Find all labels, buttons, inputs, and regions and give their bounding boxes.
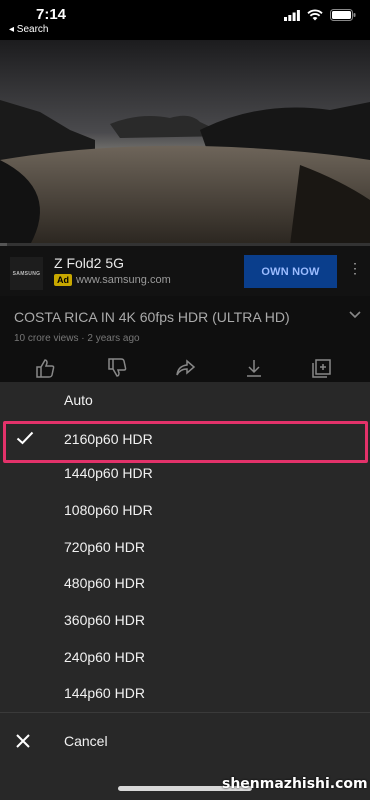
back-to-search-link[interactable]: ◂ Search bbox=[9, 24, 48, 35]
expand-description-chevron-icon[interactable] bbox=[349, 311, 361, 319]
clock: 7:14 bbox=[36, 6, 67, 23]
quality-option-label: Auto bbox=[64, 392, 93, 408]
quality-selection-sheet: Auto 2160p60 HDR 1440p60 HDR 1080p60 HDR… bbox=[0, 382, 370, 800]
video-action-bar bbox=[0, 357, 370, 382]
own-now-button[interactable]: OWN NOW bbox=[244, 255, 337, 288]
quality-option-label: 144p60 HDR bbox=[64, 685, 145, 701]
close-icon bbox=[16, 734, 30, 748]
video-meta: 10 crore views · 2 years ago bbox=[14, 333, 140, 344]
ad-more-menu-icon[interactable]: ⋮ bbox=[348, 260, 362, 277]
share-icon[interactable] bbox=[174, 357, 196, 379]
quality-option-auto[interactable]: Auto bbox=[0, 382, 370, 418]
quality-option-1440p60-hdr[interactable]: 1440p60 HDR bbox=[0, 455, 370, 491]
sheet-divider bbox=[0, 712, 370, 713]
wifi-icon bbox=[307, 9, 323, 21]
cancel-button[interactable]: Cancel bbox=[0, 722, 370, 762]
quality-option-480p60-hdr[interactable]: 480p60 HDR bbox=[0, 565, 370, 601]
quality-option-144p60-hdr[interactable]: 144p60 HDR bbox=[0, 675, 370, 711]
quality-option-240p60-hdr[interactable]: 240p60 HDR bbox=[0, 639, 370, 675]
video-frame-beach-scene bbox=[0, 40, 370, 245]
battery-icon bbox=[330, 9, 356, 21]
system-icons bbox=[284, 9, 356, 21]
download-icon[interactable] bbox=[243, 357, 265, 379]
quality-option-720p60-hdr[interactable]: 720p60 HDR bbox=[0, 529, 370, 565]
video-player[interactable] bbox=[0, 40, 370, 245]
like-icon[interactable] bbox=[34, 357, 56, 379]
quality-option-label: 720p60 HDR bbox=[64, 539, 145, 555]
video-title: COSTA RICA IN 4K 60fps HDR (ULTRA HD) bbox=[14, 309, 290, 325]
dislike-icon[interactable] bbox=[106, 357, 128, 379]
ad-badge: Ad bbox=[54, 274, 72, 286]
cellular-signal-icon bbox=[284, 9, 300, 21]
quality-option-label: 1440p60 HDR bbox=[64, 465, 153, 481]
quality-option-label: 240p60 HDR bbox=[64, 649, 145, 665]
quality-option-1080p60-hdr[interactable]: 1080p60 HDR bbox=[0, 492, 370, 528]
save-to-playlist-icon[interactable] bbox=[311, 357, 333, 379]
quality-option-label: 480p60 HDR bbox=[64, 575, 145, 591]
quality-option-label: 1080p60 HDR bbox=[64, 502, 153, 518]
ad-title: Z Fold2 5G bbox=[54, 255, 125, 271]
cancel-label: Cancel bbox=[64, 733, 108, 749]
advertiser-logo: SAMSUNG bbox=[10, 257, 43, 290]
ad-url: www.samsung.com bbox=[76, 274, 171, 286]
ad-banner[interactable]: SAMSUNG Z Fold2 5G Ad www.samsung.com OW… bbox=[0, 246, 370, 296]
quality-option-label: 360p60 HDR bbox=[64, 612, 145, 628]
status-bar: 7:14 ◂ Search bbox=[0, 0, 370, 40]
site-watermark: shenmazhishi.com bbox=[222, 776, 368, 792]
quality-option-360p60-hdr[interactable]: 360p60 HDR bbox=[0, 602, 370, 638]
